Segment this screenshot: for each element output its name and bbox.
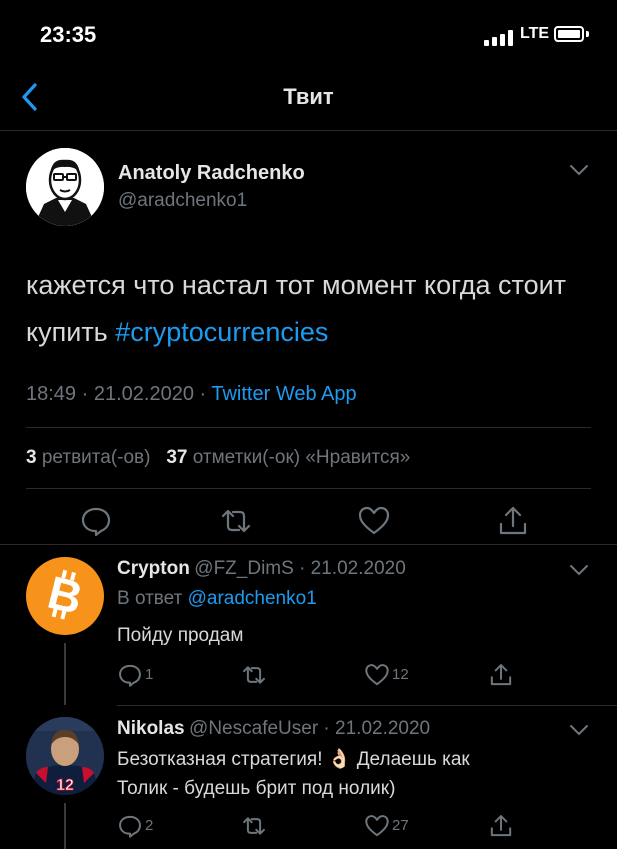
page-title: Твит	[283, 84, 334, 109]
like-heart-icon[interactable]	[364, 813, 390, 839]
reply-avatar-crypton[interactable]: B	[26, 557, 104, 635]
reply-to-line: В ответ @aradchenko1	[117, 588, 317, 610]
battery-tip	[586, 31, 589, 37]
share-icon[interactable]	[488, 662, 514, 688]
jersey-number: 12	[56, 777, 74, 794]
comment-icon[interactable]	[117, 813, 143, 839]
signal-icon	[484, 30, 513, 46]
author-handle[interactable]: @aradchenko1	[118, 190, 247, 212]
reply-text: Пойду продам	[117, 625, 244, 646]
author-name[interactable]: Anatoly Radchenko	[118, 162, 305, 185]
meta-divider	[26, 427, 591, 428]
reply-author-name[interactable]: Nikolas	[117, 718, 185, 739]
reply-divider	[117, 705, 617, 706]
reply-author-name[interactable]: Crypton	[117, 558, 190, 579]
reply-avatar-nikolas[interactable]: 12	[26, 717, 104, 795]
reply-like-count: 12	[392, 666, 409, 683]
tweet-source-link[interactable]: Twitter Web App	[211, 383, 356, 405]
caricature-icon	[26, 148, 104, 226]
tweet-text: кажется что настал тот момент когда стои…	[26, 262, 596, 356]
thread-line	[64, 803, 66, 849]
header-divider	[0, 130, 617, 131]
tweet-time: 18:49	[26, 383, 77, 405]
tweet-meta: 18:49 · 21.02.2020 · Twitter Web App	[26, 383, 357, 406]
reply-comment-count: 1	[145, 666, 154, 683]
share-icon[interactable]	[488, 813, 514, 839]
reply-text-line: Безотказная стратегия! 👌🏻 Делаешь как	[117, 749, 470, 770]
thread-line	[64, 643, 66, 705]
author-avatar[interactable]	[26, 148, 104, 226]
battery-icon	[554, 26, 584, 42]
meta-separator: ·	[193, 383, 212, 405]
reply-handle-date: @FZ_DimS · 21.02.2020	[194, 558, 406, 579]
reply-text: Безотказная стратегия! 👌🏻 Делаешь как То…	[117, 745, 587, 803]
retweets-label: ретвита(-ов)	[41, 447, 151, 468]
reply-to-handle-link[interactable]: @aradchenko1	[188, 588, 317, 609]
retweet-icon[interactable]	[241, 662, 267, 688]
retweet-icon[interactable]	[219, 504, 253, 538]
reply-handle-date: @NescafeUser · 21.02.2020	[189, 718, 431, 739]
reply-text-line: Толик - будешь брит под нолик)	[117, 778, 396, 799]
retweets-stat[interactable]: 3 ретвита(-ов)	[26, 447, 150, 468]
reply-header: Nikolas @NescafeUser · 21.02.2020	[117, 718, 430, 740]
retweets-count: 3	[26, 447, 37, 468]
chevron-down-icon[interactable]	[568, 723, 590, 737]
reply-like-count: 27	[392, 817, 409, 834]
chevron-down-icon[interactable]	[568, 163, 590, 177]
meta-separator: ·	[76, 383, 94, 405]
comment-icon[interactable]	[117, 662, 143, 688]
status-time: 23:35	[40, 22, 97, 47]
network-label: LTE	[520, 25, 550, 42]
retweet-icon[interactable]	[241, 813, 267, 839]
actions-divider	[0, 544, 617, 545]
reply-to-prefix: В ответ	[117, 588, 188, 609]
tweet-stats: 3 ретвита(-ов) 37 отметки(-ок) «Нравится…	[26, 447, 410, 469]
likes-stat[interactable]: 37 отметки(-ок) «Нравится»	[166, 447, 410, 468]
comment-icon[interactable]	[79, 504, 113, 538]
football-player-icon: 12	[26, 717, 104, 795]
like-heart-icon[interactable]	[357, 504, 391, 538]
reply-header: Crypton @FZ_DimS · 21.02.2020	[117, 558, 406, 580]
reply-comment-count: 2	[145, 817, 154, 834]
hashtag-link[interactable]: #cryptocurrencies	[115, 317, 328, 347]
likes-label: отметки(-ок) «Нравится»	[192, 447, 411, 468]
likes-count: 37	[166, 447, 188, 468]
like-heart-icon[interactable]	[364, 662, 390, 688]
chevron-down-icon[interactable]	[568, 563, 590, 577]
bitcoin-icon: B	[43, 566, 88, 624]
stats-divider	[26, 488, 591, 489]
tweet-date: 21.02.2020	[93, 383, 194, 405]
share-icon[interactable]	[496, 504, 530, 538]
